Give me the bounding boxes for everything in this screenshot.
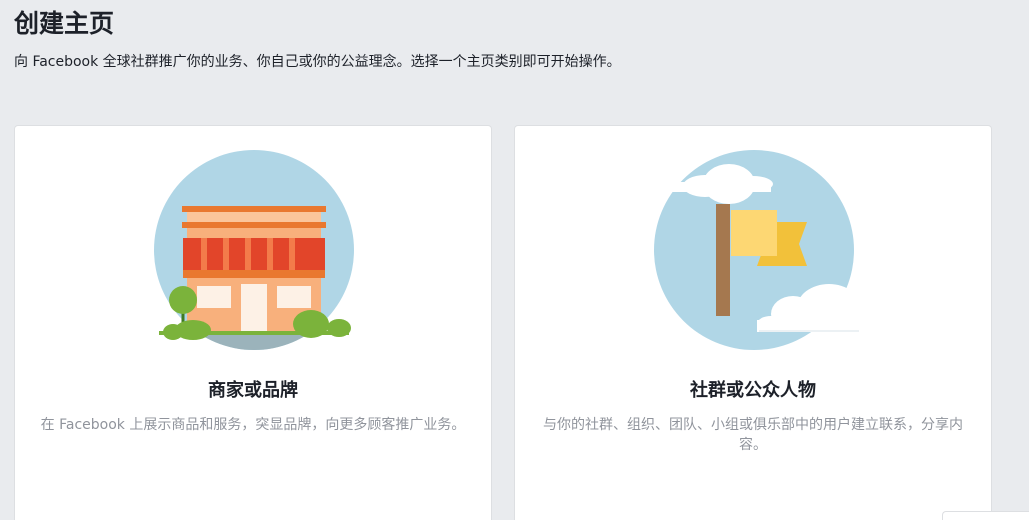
create-page-screen: 创建主页 向 Facebook 全球社群推广你的业务、你自己或你的公益理念。选择…: [0, 0, 1029, 520]
community-or-public-figure-card[interactable]: 社群或公众人物 与你的社群、组织、团队、小组或俱乐部中的用户建立联系，分享内容。: [514, 125, 992, 520]
chat-tab-edge[interactable]: [942, 511, 1029, 520]
page-subtitle: 向 Facebook 全球社群推广你的业务、你自己或你的公益理念。选择一个主页类…: [14, 54, 621, 70]
business-or-brand-card[interactable]: 商家或品牌 在 Facebook 上展示商品和服务，突显品牌，向更多顾客推广业务…: [14, 125, 492, 520]
page-title: 创建主页: [14, 9, 115, 38]
card-description: 与你的社群、组织、团队、小组或俱乐部中的用户建立联系，分享内容。: [543, 417, 963, 453]
card-heading: 社群或公众人物: [690, 380, 816, 401]
card-description: 在 Facebook 上展示商品和服务，突显品牌，向更多顾客推广业务。: [40, 417, 466, 433]
flag-icon: [649, 150, 859, 350]
card-heading: 商家或品牌: [208, 380, 298, 401]
storefront-icon: [154, 150, 354, 350]
